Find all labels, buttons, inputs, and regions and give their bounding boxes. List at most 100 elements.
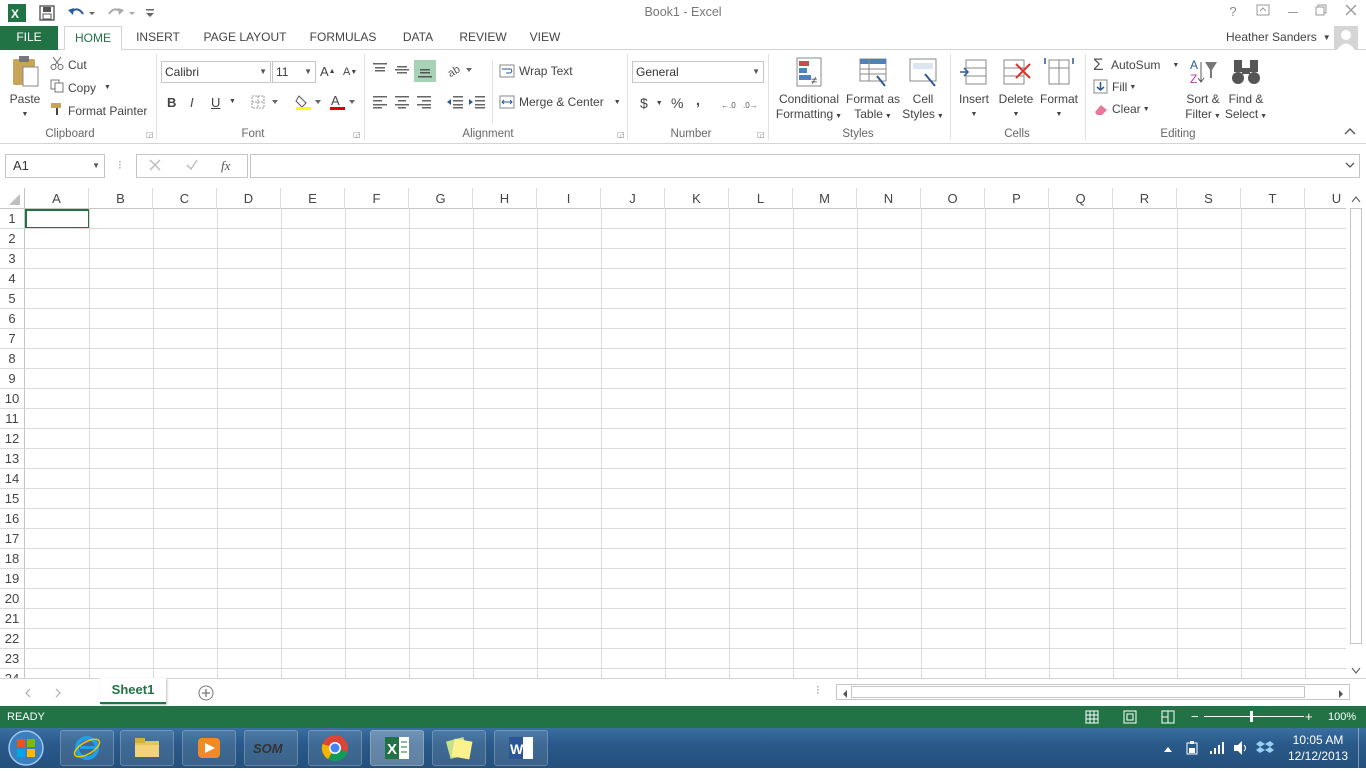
column-header[interactable]: N: [857, 188, 921, 209]
new-sheet-button[interactable]: [197, 684, 215, 705]
scroll-up-icon[interactable]: [1350, 193, 1362, 207]
row-header[interactable]: 11: [0, 409, 25, 429]
column-header[interactable]: P: [985, 188, 1049, 209]
enter-icon[interactable]: [185, 158, 199, 175]
taskbar-sticky-notes[interactable]: [432, 730, 486, 766]
close-icon[interactable]: [1340, 2, 1362, 22]
copy-button[interactable]: Copy ▼: [50, 79, 111, 96]
row-header[interactable]: 24: [0, 669, 25, 678]
comma-button[interactable]: ,: [696, 92, 700, 108]
decrease-decimal-button[interactable]: .0→: [743, 96, 761, 110]
row-header[interactable]: 4: [0, 269, 25, 289]
insert-cells-button[interactable]: Insert ▼: [954, 56, 994, 122]
next-sheet-icon[interactable]: [54, 687, 62, 701]
row-header[interactable]: 7: [0, 329, 25, 349]
bold-button[interactable]: B: [167, 95, 176, 110]
align-center-button[interactable]: [394, 95, 410, 109]
taskbar-chrome[interactable]: [308, 730, 362, 766]
percent-button[interactable]: %: [671, 95, 683, 111]
tab-split-grip-icon[interactable]: ⁝: [816, 683, 820, 697]
font-name-select[interactable]: Calibri ▼: [161, 61, 271, 83]
alignment-launcher-icon[interactable]: ◲: [617, 130, 625, 139]
tab-home[interactable]: HOME: [64, 26, 122, 51]
vertical-scrollbar[interactable]: [1348, 190, 1364, 678]
restore-icon[interactable]: [1310, 2, 1332, 22]
tab-review[interactable]: REVIEW: [452, 26, 514, 50]
align-left-button[interactable]: [372, 95, 388, 109]
row-header[interactable]: 19: [0, 569, 25, 589]
taskbar-media-player[interactable]: [182, 730, 236, 766]
column-header[interactable]: S: [1177, 188, 1241, 209]
fill-button[interactable]: Fill ▼: [1093, 79, 1136, 95]
start-button[interactable]: [4, 728, 48, 768]
cancel-icon[interactable]: [148, 158, 162, 175]
row-header[interactable]: 17: [0, 529, 25, 549]
column-header[interactable]: L: [729, 188, 793, 209]
increase-indent-button[interactable]: [468, 95, 486, 109]
column-header[interactable]: C: [153, 188, 217, 209]
dropbox-icon[interactable]: [1256, 740, 1274, 759]
scroll-left-icon[interactable]: [841, 688, 849, 702]
delete-cells-button[interactable]: Delete ▼: [996, 56, 1036, 122]
zoom-level[interactable]: 100%: [1328, 711, 1356, 723]
row-header[interactable]: 1: [0, 209, 25, 229]
tab-insert[interactable]: INSERT: [128, 26, 188, 50]
row-header[interactable]: 8: [0, 349, 25, 369]
column-header[interactable]: M: [793, 188, 857, 209]
zoom-slider-thumb[interactable]: [1250, 711, 1253, 722]
taskbar-file-explorer[interactable]: [120, 730, 174, 766]
row-header[interactable]: 10: [0, 389, 25, 409]
column-header[interactable]: D: [217, 188, 281, 209]
expand-formula-bar-icon[interactable]: [1345, 159, 1355, 173]
middle-align-button[interactable]: [394, 62, 410, 76]
number-launcher-icon[interactable]: ◲: [757, 130, 765, 139]
increase-decimal-button[interactable]: ←.0: [721, 96, 739, 110]
vertical-scroll-thumb[interactable]: [1350, 208, 1362, 644]
horizontal-scroll-thumb[interactable]: [851, 686, 1305, 698]
show-hidden-icons[interactable]: [1163, 742, 1173, 756]
row-header[interactable]: 21: [0, 609, 25, 629]
zoom-slider[interactable]: [1204, 716, 1304, 717]
show-desktop-button[interactable]: [1358, 728, 1366, 768]
find-select-button[interactable]: Find & Select ▼: [1224, 56, 1268, 124]
row-header[interactable]: 20: [0, 589, 25, 609]
borders-button[interactable]: [251, 95, 281, 109]
format-painter-button[interactable]: Format Painter: [50, 102, 147, 119]
row-header[interactable]: 5: [0, 289, 25, 309]
clipboard-launcher-icon[interactable]: ◲: [146, 130, 154, 139]
currency-button[interactable]: $ ▼: [640, 95, 663, 111]
power-icon[interactable]: [1185, 740, 1199, 759]
tab-page-layout[interactable]: PAGE LAYOUT: [196, 26, 294, 50]
top-align-button[interactable]: [372, 62, 388, 76]
row-header[interactable]: 13: [0, 449, 25, 469]
cell-styles-button[interactable]: Cell Styles ▼: [901, 56, 945, 124]
taskbar-excel[interactable]: X: [370, 730, 424, 766]
row-header[interactable]: 22: [0, 629, 25, 649]
bottom-align-button[interactable]: [414, 60, 436, 82]
column-header[interactable]: J: [601, 188, 665, 209]
minimize-icon[interactable]: [1282, 2, 1304, 22]
normal-view-button[interactable]: [1085, 710, 1099, 727]
row-header[interactable]: 9: [0, 369, 25, 389]
collapse-ribbon-icon[interactable]: [1344, 126, 1356, 139]
cut-button[interactable]: Cut: [50, 56, 87, 73]
zoom-in-button[interactable]: +: [1305, 709, 1313, 724]
row-header[interactable]: 2: [0, 229, 25, 249]
fill-color-button[interactable]: [295, 94, 323, 110]
wrap-text-button[interactable]: Wrap Text: [499, 64, 573, 78]
row-header[interactable]: 12: [0, 429, 25, 449]
tab-file[interactable]: FILE: [0, 26, 58, 50]
row-header[interactable]: 3: [0, 249, 25, 269]
orientation-button[interactable]: ab: [446, 63, 474, 77]
column-header[interactable]: B: [89, 188, 153, 209]
row-header[interactable]: 18: [0, 549, 25, 569]
name-box[interactable]: A1 ▼: [5, 154, 105, 178]
column-header[interactable]: U: [1305, 188, 1346, 209]
decrease-indent-button[interactable]: [446, 95, 464, 109]
column-header[interactable]: E: [281, 188, 345, 209]
font-size-select[interactable]: 11 ▼: [272, 61, 316, 83]
align-right-button[interactable]: [416, 95, 432, 109]
help-icon[interactable]: ?: [1222, 2, 1244, 22]
avatar[interactable]: [1334, 26, 1358, 50]
row-header[interactable]: 16: [0, 509, 25, 529]
